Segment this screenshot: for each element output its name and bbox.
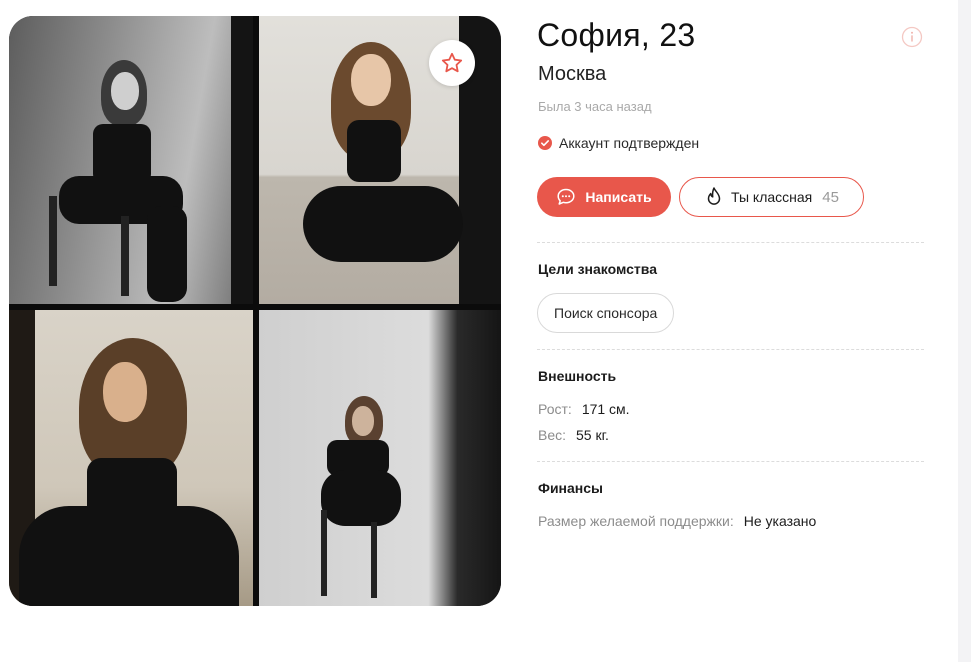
- favorite-button[interactable]: [429, 40, 475, 86]
- photo-1-leg: [147, 206, 187, 302]
- verified-label: Аккаунт подтвержден: [559, 135, 700, 151]
- finance-title: Финансы: [538, 480, 603, 496]
- support-label: Размер желаемой поддержки:: [538, 513, 734, 529]
- photo-4-face: [352, 406, 374, 436]
- photo-1-chair-leg: [49, 196, 57, 286]
- support-value: Не указано: [743, 513, 817, 529]
- photo-gallery[interactable]: [9, 16, 501, 606]
- last-seen-status: Была 3 часа назад: [538, 99, 652, 114]
- verified-badge: Аккаунт подтвержден: [538, 135, 699, 151]
- appearance-title: Внешность: [538, 368, 617, 384]
- weight-label: Вес:: [538, 427, 567, 443]
- photo-1-wall: [231, 16, 253, 304]
- divider-1: [537, 242, 924, 243]
- support-row: Размер желаемой поддержки: Не указано: [538, 513, 816, 529]
- compliment-button[interactable]: Ты классная 45: [679, 177, 864, 217]
- flame-icon: [707, 187, 721, 205]
- profile-city: Москва: [538, 63, 607, 85]
- compliment-count: 45: [822, 188, 839, 206]
- weight-row: Вес: 55 кг.: [538, 427, 609, 443]
- weight-value: 55 кг.: [576, 427, 609, 443]
- goals-title: Цели знакомства: [538, 261, 657, 277]
- photo-4-pants: [321, 470, 401, 526]
- photo-2-top: [347, 120, 401, 182]
- write-message-label: Написать: [585, 189, 652, 205]
- right-panel-edge: [958, 0, 971, 662]
- photo-4[interactable]: [259, 310, 501, 606]
- height-label: Рост:: [538, 401, 572, 417]
- photo-1-top: [93, 124, 151, 184]
- goal-chip: Поиск спонсора: [537, 293, 675, 333]
- info-icon[interactable]: [901, 26, 923, 48]
- height-value: 171 см.: [581, 401, 630, 417]
- photo-4-chair-leg: [321, 510, 327, 596]
- photo-1-chair-leg-2: [121, 216, 129, 296]
- divider-2: [537, 349, 924, 350]
- profile-name-age: София, 23: [537, 17, 696, 53]
- star-icon: [441, 52, 463, 73]
- photo-2-face: [351, 54, 391, 106]
- height-row: Рост: 171 см.: [538, 401, 630, 417]
- write-message-button[interactable]: Написать: [537, 177, 671, 217]
- photo-3[interactable]: [9, 310, 253, 606]
- divider-3: [537, 461, 924, 462]
- photo-4-chair-leg-2: [371, 522, 377, 598]
- photo-1[interactable]: [9, 16, 253, 304]
- chat-bubble-icon: [557, 188, 575, 205]
- photo-2-pants: [303, 186, 463, 262]
- photo-3-face: [103, 362, 147, 422]
- photo-3-pants: [19, 506, 239, 606]
- photo-1-face: [111, 72, 139, 110]
- check-circle-icon: [538, 136, 552, 150]
- compliment-label: Ты классная: [731, 189, 813, 205]
